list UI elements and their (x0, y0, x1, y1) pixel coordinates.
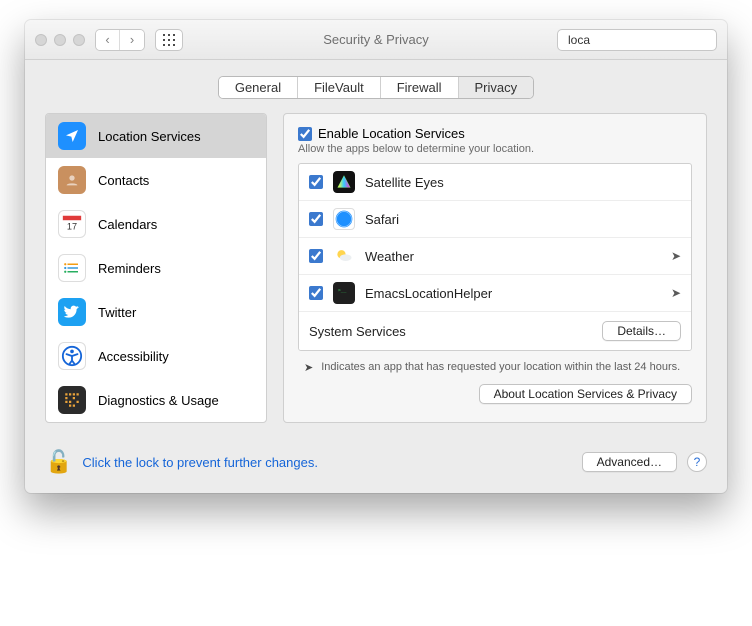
app-row: Satellite Eyes (299, 164, 691, 201)
location-arrow-icon: ➤ (671, 286, 681, 300)
system-services-row: System Services Details… (299, 312, 691, 350)
app-checkbox[interactable] (309, 175, 323, 189)
weather-icon (333, 245, 355, 267)
recent-footnote: ➤ Indicates an app that has requested yo… (298, 351, 692, 384)
sidebar: Location Services Contacts 17 Calendars Remi… (45, 113, 267, 423)
lock-text[interactable]: Click the lock to prevent further change… (82, 455, 571, 470)
show-all-button[interactable] (155, 29, 183, 51)
sidebar-item-twitter[interactable]: Twitter (46, 290, 266, 334)
accessibility-icon (58, 342, 86, 370)
nav-segment: ‹ › (95, 29, 145, 51)
grid-icon (163, 34, 175, 46)
tab-general[interactable]: General (219, 77, 298, 98)
preferences-window: ‹ › Security & Privacy ✕ GeneralFileVaul… (25, 20, 727, 493)
sidebar-item-label: Location Services (98, 129, 201, 144)
svg-text:>__: >__ (338, 289, 347, 294)
traffic-lights (35, 34, 85, 46)
panel: Location Services Contacts 17 Calendars Remi… (45, 113, 707, 423)
safari-icon (333, 208, 355, 230)
app-row: Weather ➤ (299, 238, 691, 275)
sidebar-item-label: Contacts (98, 173, 149, 188)
sidebar-item-accessibility[interactable]: Accessibility (46, 334, 266, 378)
sidebar-item-label: Calendars (98, 217, 157, 232)
footnote-text: Indicates an app that has requested your… (321, 361, 680, 373)
app-name: Satellite Eyes (365, 175, 681, 190)
reminders-icon (58, 254, 86, 282)
titlebar: ‹ › Security & Privacy ✕ (25, 20, 727, 60)
sidebar-item-label: Twitter (98, 305, 136, 320)
tab-privacy[interactable]: Privacy (459, 77, 534, 98)
close-dot[interactable] (35, 34, 47, 46)
prism-icon (333, 171, 355, 193)
app-name: Weather (365, 249, 661, 264)
app-name: EmacsLocationHelper (365, 286, 661, 301)
twitter-icon (58, 298, 86, 326)
app-name: Safari (365, 212, 681, 227)
app-row: Safari (299, 201, 691, 238)
search-field[interactable]: ✕ (557, 29, 717, 51)
app-row: >__ EmacsLocationHelper ➤ (299, 275, 691, 312)
system-services-label: System Services (309, 324, 592, 339)
tabs: GeneralFileVaultFirewallPrivacy (45, 76, 707, 99)
zoom-dot[interactable] (73, 34, 85, 46)
bottom-bar: 🔓 Click the lock to prevent further chan… (45, 449, 707, 475)
location-arrow-icon: ➤ (671, 249, 681, 263)
tab-firewall[interactable]: Firewall (381, 77, 459, 98)
location-arrow-icon: ➤ (304, 361, 313, 374)
minimize-dot[interactable] (54, 34, 66, 46)
app-list: Satellite Eyes Safari Weather ➤ >__ EmacsLoca… (298, 163, 692, 351)
sidebar-item-label: Accessibility (98, 349, 169, 364)
tab-filevault[interactable]: FileVault (298, 77, 381, 98)
sidebar-item-diagnostics[interactable]: Diagnostics & Usage (46, 378, 266, 422)
app-checkbox[interactable] (309, 286, 323, 300)
enable-location-label: Enable Location Services (318, 126, 465, 141)
app-checkbox[interactable] (309, 249, 323, 263)
details-button[interactable]: Details… (602, 321, 681, 341)
sidebar-item-label: Diagnostics & Usage (98, 393, 219, 408)
app-checkbox[interactable] (309, 212, 323, 226)
sidebar-item-reminders[interactable]: Reminders (46, 246, 266, 290)
advanced-button[interactable]: Advanced… (582, 452, 677, 472)
enable-location-row[interactable]: Enable Location Services (298, 126, 692, 141)
calendar-icon: 17 (58, 210, 86, 238)
lock-icon[interactable]: 🔓 (45, 449, 72, 475)
sidebar-item-calendar[interactable]: 17 Calendars (46, 202, 266, 246)
enable-location-checkbox[interactable] (298, 127, 312, 141)
sidebar-item-location[interactable]: Location Services (46, 114, 266, 158)
svg-text:17: 17 (67, 222, 77, 232)
main-pane: Enable Location Services Allow the apps … (283, 113, 707, 423)
contacts-icon (58, 166, 86, 194)
about-location-button[interactable]: About Location Services & Privacy (479, 384, 692, 404)
terminal-icon: >__ (333, 282, 355, 304)
content: GeneralFileVaultFirewallPrivacy Location… (25, 60, 727, 493)
sidebar-item-contacts[interactable]: Contacts (46, 158, 266, 202)
enable-subtext: Allow the apps below to determine your l… (298, 143, 692, 155)
help-button[interactable]: ? (687, 452, 707, 472)
search-input[interactable] (568, 33, 723, 47)
forward-button[interactable]: › (120, 30, 144, 50)
back-button[interactable]: ‹ (96, 30, 120, 50)
diagnostics-icon (58, 386, 86, 414)
window-title: Security & Privacy (323, 32, 428, 47)
sidebar-item-label: Reminders (98, 261, 161, 276)
location-icon (58, 122, 86, 150)
